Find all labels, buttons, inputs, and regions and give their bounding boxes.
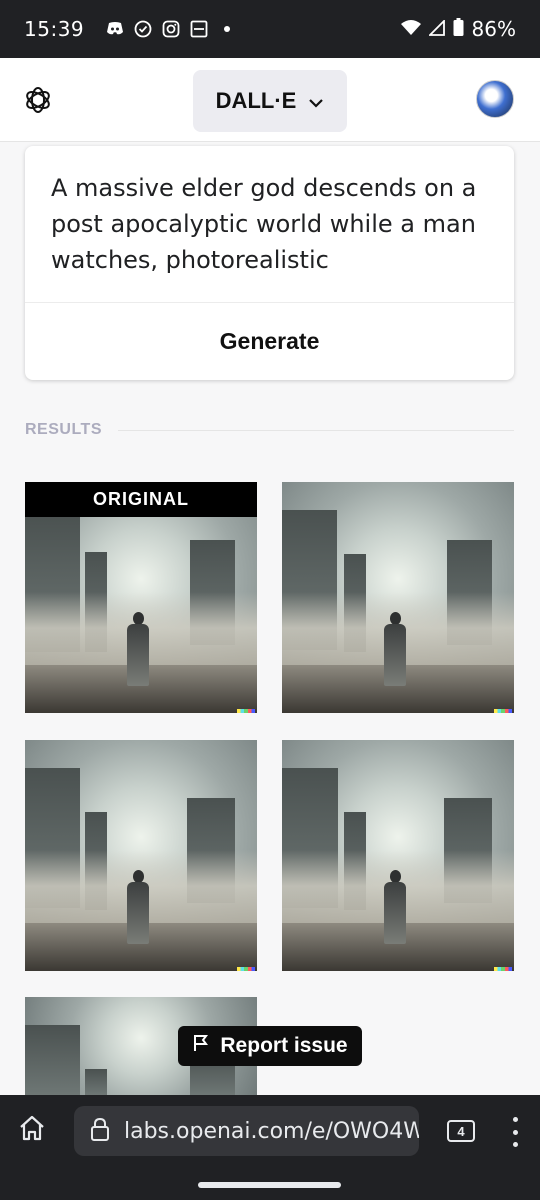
wifi-icon xyxy=(400,17,421,41)
image-figure xyxy=(125,870,151,944)
chevron-down-icon xyxy=(308,88,324,114)
instagram-icon xyxy=(162,20,180,38)
dot-icon xyxy=(218,20,236,38)
result-image-1[interactable]: ORIGINAL xyxy=(25,482,257,713)
tab-switcher-button[interactable]: 4 xyxy=(447,1120,475,1142)
status-time: 15:39 xyxy=(24,17,85,41)
battery-percent: 86% xyxy=(471,17,516,41)
model-selector[interactable]: DALL·E xyxy=(193,70,347,132)
lock-icon xyxy=(90,1117,110,1146)
news-icon xyxy=(190,20,208,38)
dalle-signature-icon xyxy=(494,967,512,971)
image-building xyxy=(85,1069,107,1095)
openai-logo-icon[interactable] xyxy=(22,84,54,116)
original-badge: ORIGINAL xyxy=(25,482,257,517)
address-bar[interactable]: labs.openai.com/e/OWO4Wk xyxy=(74,1106,419,1156)
image-figure xyxy=(382,612,408,686)
home-icon[interactable] xyxy=(18,1114,46,1142)
model-label: DALL·E xyxy=(215,88,297,113)
more-vert-icon[interactable] xyxy=(510,1117,520,1147)
image-figure xyxy=(382,870,408,944)
report-issue-label: Report issue xyxy=(220,1034,348,1057)
avatar[interactable] xyxy=(476,80,514,118)
result-image-3[interactable] xyxy=(25,740,257,971)
url-text: labs.openai.com/e/OWO4Wk xyxy=(124,1118,419,1144)
discord-icon xyxy=(106,20,124,38)
image-figure xyxy=(125,612,151,686)
results-heading: RESULTS xyxy=(25,421,514,439)
dalle-signature-icon xyxy=(237,709,255,713)
battery-icon xyxy=(453,17,464,41)
generate-button[interactable]: Generate xyxy=(25,303,514,380)
result-image-4[interactable] xyxy=(282,740,514,971)
prompt-input[interactable]: A massive elder god descends on a post a… xyxy=(25,146,514,302)
dalle-signature-icon xyxy=(237,967,255,971)
notification-icons xyxy=(106,20,236,38)
app-header: DALL·E xyxy=(0,58,540,142)
prompt-card: A massive elder god descends on a post a… xyxy=(25,146,514,380)
image-building xyxy=(25,1025,80,1095)
results-divider xyxy=(117,429,514,431)
results-label: RESULTS xyxy=(25,421,102,438)
flag-icon xyxy=(192,1034,210,1058)
status-bar: 15:39 86% xyxy=(0,0,540,58)
report-issue-button[interactable]: Report issue xyxy=(178,1026,362,1066)
dalle-signature-icon xyxy=(494,709,512,713)
signal-icon xyxy=(427,17,445,41)
system-status: 86% xyxy=(400,17,516,41)
gesture-bar[interactable] xyxy=(198,1182,341,1188)
check-circle-icon xyxy=(134,20,152,38)
result-image-2[interactable] xyxy=(282,482,514,713)
